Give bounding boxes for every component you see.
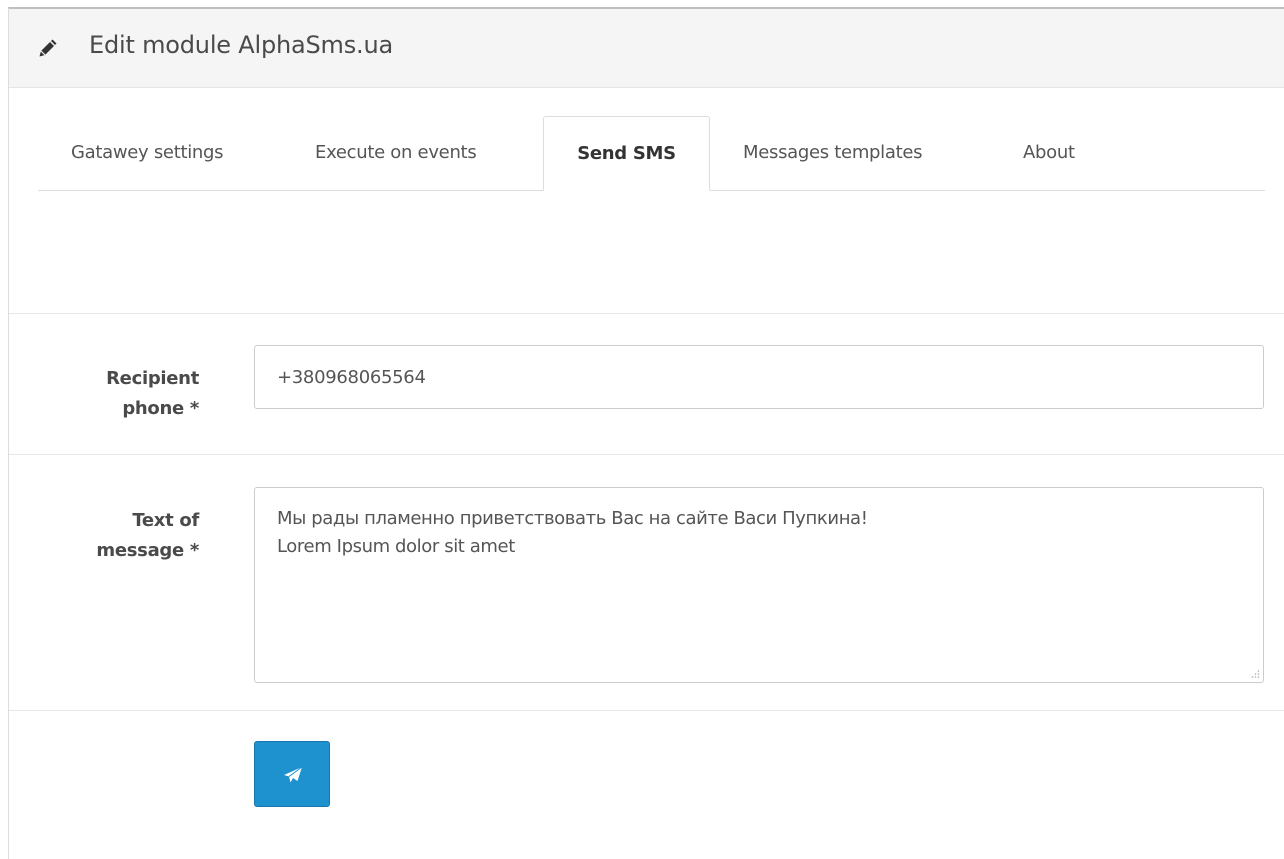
recipient-phone-label-line2: phone *	[122, 398, 199, 419]
panel-heading: Edit module AlphaSms.ua	[9, 9, 1284, 88]
recipient-phone-input[interactable]	[254, 345, 1264, 409]
message-line: Lorem Ipsum dolor sit amet	[277, 536, 515, 557]
text-of-message-label-line2: message *	[96, 540, 199, 561]
row-divider	[9, 710, 1284, 711]
recipient-phone-label-line1: Recipient	[106, 368, 199, 389]
tab-execute-on-events[interactable]: Execute on events	[315, 116, 477, 190]
tab-about[interactable]: About	[1023, 116, 1075, 190]
paper-plane-icon	[284, 766, 303, 783]
message-textarea[interactable]: Мы рады пламенно приветствовать Вас на с…	[254, 487, 1264, 683]
tab-send-sms[interactable]: Send SMS	[543, 116, 710, 191]
section-divider	[9, 313, 1284, 314]
module-tabs: Gatawey settings Execute on events Send …	[38, 116, 1265, 191]
edit-module-panel: Edit module AlphaSms.ua Gatawey settings…	[8, 7, 1284, 859]
message-line: Мы рады пламенно приветствовать Вас на с…	[277, 508, 868, 529]
send-sms-button[interactable]	[254, 741, 330, 807]
recipient-phone-label: Recipient phone *	[9, 364, 199, 424]
text-of-message-label-line1: Text of	[132, 510, 199, 531]
pencil-icon	[39, 39, 57, 57]
row-divider	[9, 454, 1284, 455]
page-title: Edit module AlphaSms.ua	[89, 31, 393, 59]
resize-grip-icon[interactable]	[1250, 669, 1260, 679]
text-of-message-label: Text of message *	[9, 506, 199, 566]
tab-messages-templates[interactable]: Messages templates	[743, 116, 923, 190]
tab-gateway-settings[interactable]: Gatawey settings	[71, 116, 224, 190]
